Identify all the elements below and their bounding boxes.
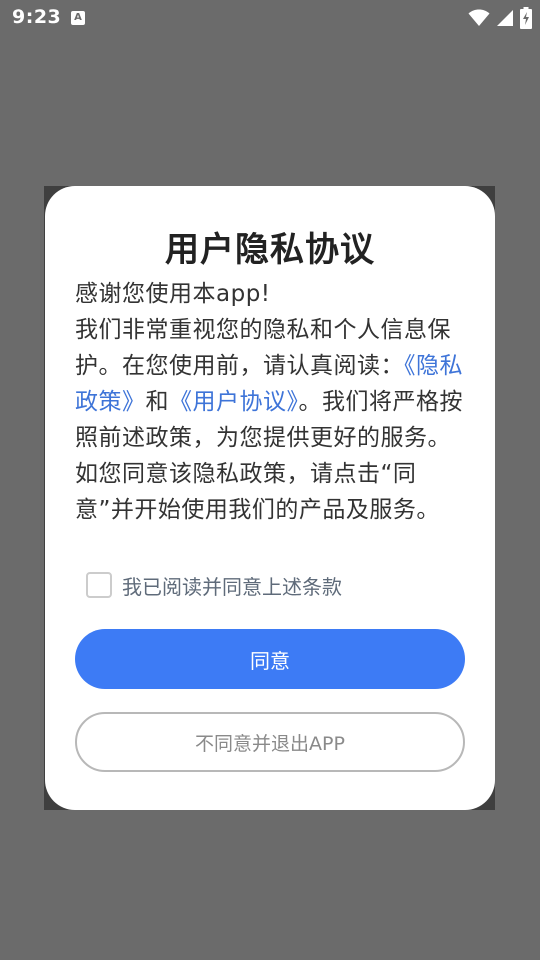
wifi-icon (468, 9, 490, 26)
agree-button[interactable]: 同意 (75, 629, 465, 689)
status-bar: 9:23 A (0, 0, 540, 36)
intro-line: 感谢您使用本app! (75, 281, 271, 307)
notification-a-icon: A (71, 11, 85, 25)
disagree-exit-button[interactable]: 不同意并退出APP (75, 712, 465, 772)
cellular-signal-icon (497, 10, 513, 26)
dialog-body-text[interactable]: 感谢您使用本app! 我们非常重视您的隐私和个人信息保护。在您使用前，请认真阅读… (75, 276, 467, 544)
policy-text-and: 和 (145, 389, 169, 415)
user-agreement-link[interactable]: 《用户协议》 (169, 389, 299, 415)
battery-charging-icon (520, 7, 532, 29)
status-time: 9:23 (12, 6, 62, 28)
agree-terms-label[interactable]: 我已阅读并同意上述条款 (122, 571, 342, 600)
agree-terms-checkbox[interactable] (86, 572, 112, 598)
policy-text-1: 我们非常重视您的隐私和个人信息保护。在您使用前，请认真阅读： (75, 317, 451, 379)
dialog-title: 用户隐私协议 (165, 230, 375, 270)
policy-paragraph: 我们非常重视您的隐私和个人信息保护。在您使用前，请认真阅读：《隐私政策》和《用户… (75, 312, 467, 528)
privacy-dialog: 用户隐私协议 感谢您使用本app! 我们非常重视您的隐私和个人信息保护。在您使用… (45, 186, 495, 810)
status-icons (468, 6, 532, 30)
agree-terms-row[interactable]: 我已阅读并同意上述条款 (86, 571, 342, 599)
